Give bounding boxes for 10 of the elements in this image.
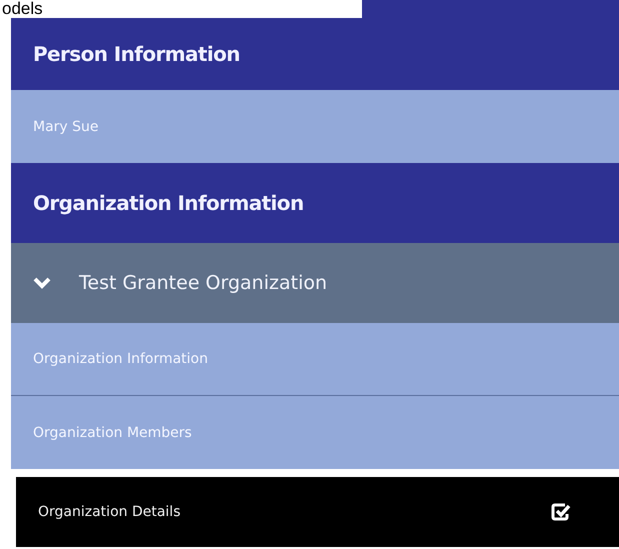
menu-item[interactable]: Organization Information [11, 323, 619, 396]
menu-item[interactable]: Organization Members [11, 396, 619, 469]
section-header: Organization Information [11, 163, 619, 243]
checkbox-icon [551, 502, 571, 522]
organization-group-row[interactable]: Test Grantee Organization [11, 243, 619, 323]
section-header: Person Information [11, 18, 619, 90]
chevron-down-icon [33, 276, 51, 290]
menu-item[interactable]: Mary Sue [11, 90, 619, 163]
menu-item[interactable]: Organization Details [16, 477, 619, 547]
page-heading: odels [1, 0, 44, 18]
